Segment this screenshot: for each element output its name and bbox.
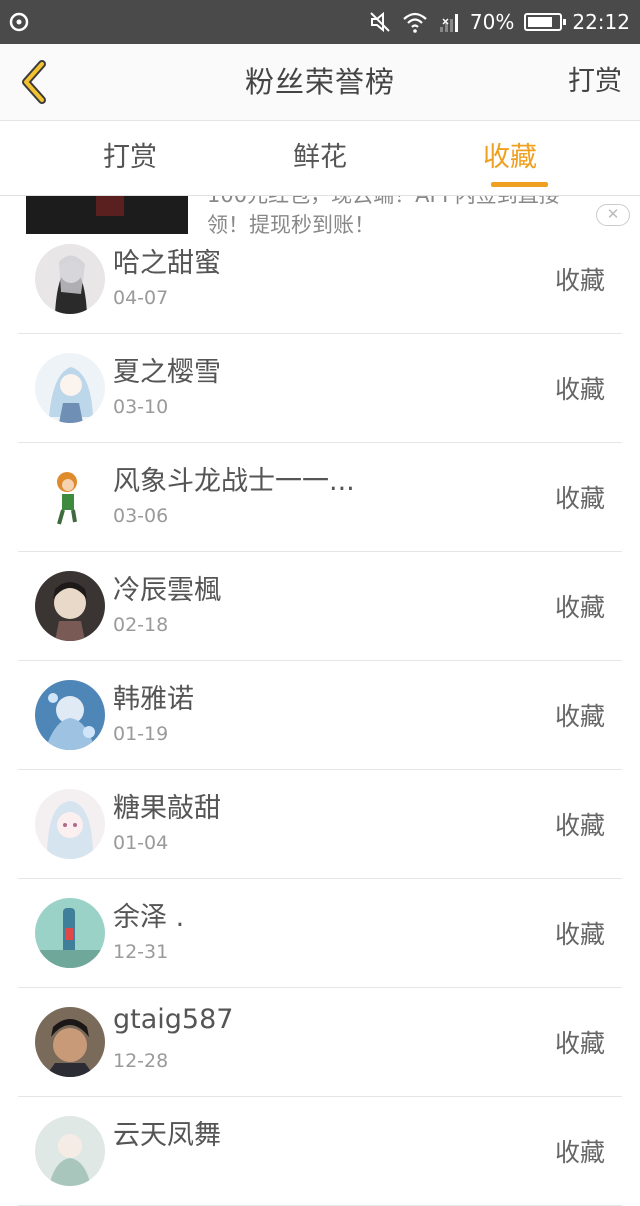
fan-type-label: 收藏 bbox=[554, 920, 605, 949]
fan-date: 03-10 bbox=[113, 396, 169, 418]
list-item[interactable]: gtaig587 12-28 收藏 bbox=[18, 988, 622, 1097]
wifi-icon bbox=[403, 12, 427, 33]
tab-flowers[interactable]: 鲜花 bbox=[250, 121, 390, 195]
list-item[interactable]: 云天凤舞 收藏 bbox=[18, 1097, 622, 1206]
list-item[interactable]: 夏之樱雪 03-10 收藏 bbox=[18, 334, 622, 443]
fan-name: 冷辰雲楓 bbox=[113, 575, 221, 606]
battery-percent: 70% bbox=[469, 10, 515, 34]
fan-name: 韩雅诺 bbox=[113, 684, 194, 715]
fan-name: 云天凤舞 bbox=[113, 1120, 221, 1151]
clock: 22:12 bbox=[572, 10, 630, 34]
fan-date: 01-04 bbox=[113, 832, 169, 854]
avatar bbox=[35, 353, 105, 423]
fan-date: 02-18 bbox=[113, 614, 169, 636]
notification-icon bbox=[9, 12, 29, 32]
tab-reward[interactable]: 打赏 bbox=[60, 121, 200, 195]
ad-text-line1: 100元红包，现云端！APP内签到直接 bbox=[207, 196, 597, 210]
list-item[interactable]: 风象斗龙战士一一... 03-06 收藏 bbox=[18, 443, 622, 552]
reward-button[interactable]: 打赏 bbox=[568, 44, 622, 120]
fan-date: 12-31 bbox=[113, 941, 169, 963]
avatar bbox=[35, 680, 105, 750]
signal-icon bbox=[439, 14, 458, 32]
fan-date: 01-19 bbox=[113, 723, 169, 745]
fan-type-label: 收藏 bbox=[554, 484, 605, 513]
list-item[interactable]: 哈之甜蜜 04-07 收藏 bbox=[18, 225, 622, 334]
list-item[interactable]: 韩雅诺 01-19 收藏 bbox=[18, 661, 622, 770]
avatar bbox=[35, 462, 105, 532]
fan-type-label: 收藏 bbox=[554, 1029, 605, 1058]
fan-date: 03-06 bbox=[113, 505, 169, 527]
fan-date: 12-28 bbox=[113, 1050, 169, 1072]
list-item[interactable]: 余泽 . 12-31 收藏 bbox=[18, 879, 622, 988]
fan-type-label: 收藏 bbox=[554, 702, 605, 731]
mute-icon bbox=[370, 11, 390, 33]
fan-name: 风象斗龙战士一一... bbox=[113, 466, 355, 497]
avatar bbox=[35, 789, 105, 859]
avatar bbox=[35, 571, 105, 641]
close-icon[interactable]: ✕ bbox=[596, 204, 630, 226]
fan-type-label: 收藏 bbox=[554, 811, 605, 840]
page-title: 粉丝荣誉榜 bbox=[244, 65, 395, 99]
fan-name: 糖果敲甜 bbox=[113, 793, 221, 824]
status-bar: 70% 22:12 bbox=[0, 0, 640, 44]
active-tab-indicator bbox=[491, 182, 548, 187]
list-item[interactable]: 冷辰雲楓 02-18 收藏 bbox=[18, 552, 622, 661]
tab-bar: 打赏 鲜花 收藏 bbox=[0, 121, 640, 196]
list-item[interactable]: 糖果敲甜 01-04 收藏 bbox=[18, 770, 622, 879]
fan-type-label: 收藏 bbox=[554, 266, 605, 295]
fan-name: gtaig587 bbox=[113, 1004, 234, 1035]
avatar bbox=[35, 1116, 105, 1186]
fan-name: 夏之樱雪 bbox=[113, 357, 221, 388]
title-bar: 粉丝荣誉榜 打赏 bbox=[0, 44, 640, 121]
fan-type-label: 收藏 bbox=[554, 593, 605, 622]
fan-type-label: 收藏 bbox=[554, 1138, 605, 1167]
avatar bbox=[35, 1007, 105, 1077]
fan-name: 哈之甜蜜 bbox=[113, 248, 221, 279]
avatar bbox=[35, 244, 105, 314]
tab-favorites[interactable]: 收藏 bbox=[440, 121, 580, 195]
avatar bbox=[35, 898, 105, 968]
tab-favorites-label: 收藏 bbox=[483, 142, 537, 173]
battery-icon bbox=[524, 13, 567, 31]
fan-date: 04-07 bbox=[113, 287, 169, 309]
fan-list: 哈之甜蜜 04-07 收藏 夏之樱雪 03-10 收藏 风象斗龙战士一一... … bbox=[0, 225, 640, 1206]
fan-name: 余泽 . bbox=[113, 902, 185, 933]
fan-type-label: 收藏 bbox=[554, 375, 605, 404]
